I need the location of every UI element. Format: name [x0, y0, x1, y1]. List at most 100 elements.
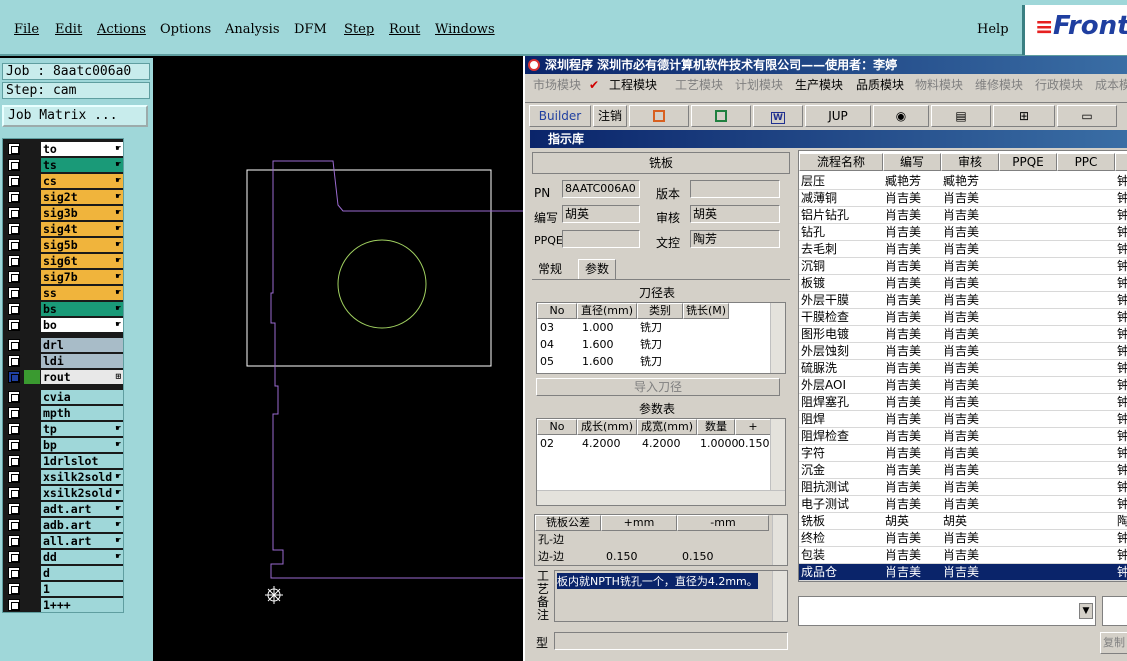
word-icon[interactable]: W — [753, 105, 803, 127]
table-row[interactable]: 边-边 — [535, 549, 564, 565]
menu-help[interactable]: Help — [977, 22, 1009, 37]
layer-name[interactable]: adt.art ☛ — [41, 502, 123, 516]
tool-table-scrollbar[interactable] — [770, 303, 785, 373]
layer-row[interactable]: ts ☛ — [5, 158, 123, 172]
layer-row[interactable]: adt.art ☛ — [5, 502, 123, 516]
layer-checkbox[interactable] — [8, 583, 20, 595]
chevron-down-icon[interactable]: ▼ — [1079, 603, 1093, 619]
layer-name[interactable]: cs ☛ — [41, 174, 123, 188]
layer-name[interactable]: d — [41, 566, 123, 580]
layer-row[interactable]: mpth — [5, 406, 123, 420]
layer-name[interactable]: sig2t ☛ — [41, 190, 123, 204]
layer-row[interactable]: to ☛ — [5, 142, 123, 156]
layer-row[interactable]: 1+++ — [5, 598, 123, 612]
layer-name[interactable]: rout ⊞ — [41, 370, 123, 384]
process-aux-field[interactable] — [1102, 596, 1127, 626]
remark-box[interactable]: 板内就NPTH铣孔一个，直径为4.2mm。 — [554, 570, 788, 622]
layer-name[interactable]: xsilk2sold ☛ — [41, 486, 123, 500]
layer-checkbox[interactable] — [8, 303, 20, 315]
layer-checkbox[interactable] — [8, 223, 20, 235]
layer-checkbox[interactable] — [8, 355, 20, 367]
layer-name[interactable]: 1+++ — [41, 598, 123, 612]
layer-name[interactable]: sig7b ☛ — [41, 270, 123, 284]
layer-row[interactable]: sig3b ☛ — [5, 206, 123, 220]
layer-row[interactable]: bo ☛ — [5, 318, 123, 332]
tab-general[interactable]: 常规 — [532, 260, 568, 278]
layer-name[interactable]: xsilk2sold ☛ — [41, 470, 123, 484]
table-row[interactable]: 层压 臧艳芳 臧艳芳 钟 — [799, 173, 1127, 190]
module-admin[interactable]: 行政模块 — [1035, 74, 1083, 96]
printer-icon[interactable]: ▭ — [1057, 105, 1117, 127]
module-process[interactable]: 工艺模块 — [675, 74, 723, 96]
doc-control-field[interactable]: 陶芳 — [690, 230, 780, 248]
layer-row[interactable]: ldi — [5, 354, 123, 368]
layer-checkbox[interactable] — [8, 191, 20, 203]
layer-checkbox[interactable] — [8, 423, 20, 435]
layer-name[interactable]: sig4t ☛ — [41, 222, 123, 236]
layer-checkbox[interactable] — [8, 599, 20, 611]
layer-row[interactable]: sig6t ☛ — [5, 254, 123, 268]
graphic-canvas[interactable] — [153, 58, 523, 661]
table-row[interactable]: 减薄铜 肖吉美 肖吉美 钟 — [799, 190, 1127, 207]
table-cell[interactable]: 1.0000 — [697, 436, 739, 452]
layer-name[interactable]: mpth — [41, 406, 123, 420]
layer-name[interactable]: ss ☛ — [41, 286, 123, 300]
table-row[interactable]: 阻焊检查 肖吉美 肖吉美 钟 — [799, 428, 1127, 445]
table-row[interactable]: 04 — [537, 337, 554, 353]
table-row[interactable]: 干膜检查 肖吉美 肖吉美 钟 — [799, 309, 1127, 326]
layer-checkbox[interactable] — [8, 567, 20, 579]
menu-analysis[interactable]: Analysis — [225, 22, 280, 37]
layer-name[interactable]: sig6t ☛ — [41, 254, 123, 268]
tolerance-scrollbar[interactable] — [772, 515, 787, 565]
module-engineering[interactable]: 工程模块 — [609, 74, 657, 96]
layer-name[interactable]: to ☛ — [41, 142, 123, 156]
table-row[interactable]: 钻孔 肖吉美 肖吉美 钟 — [799, 224, 1127, 241]
layer-checkbox[interactable] — [8, 551, 20, 563]
layer-name[interactable]: bo ☛ — [41, 318, 123, 332]
builder-button[interactable]: Builder — [529, 105, 591, 127]
layer-row[interactable]: xsilk2sold ☛ — [5, 470, 123, 484]
copy-button[interactable]: 复制 — [1100, 632, 1127, 654]
layer-checkbox[interactable] — [8, 287, 20, 299]
table-row[interactable]: 孔-边 — [535, 532, 564, 548]
type-field[interactable] — [554, 632, 788, 650]
table-cell[interactable]: 0.150 — [735, 436, 770, 452]
version-field[interactable] — [690, 180, 780, 198]
table-row[interactable]: 去毛刺 肖吉美 肖吉美 钟 — [799, 241, 1127, 258]
layer-row[interactable]: dd ☛ — [5, 550, 123, 564]
process-combo[interactable]: ▼ — [798, 596, 1096, 626]
ppqe-field[interactable] — [562, 230, 640, 248]
layer-checkbox[interactable] — [8, 455, 20, 467]
author-field[interactable]: 胡英 — [562, 205, 640, 223]
table-row[interactable]: 成品仓 肖吉美 肖吉美 钟 — [799, 564, 1127, 581]
table-row[interactable]: 外层干膜 肖吉美 肖吉美 钟 — [799, 292, 1127, 309]
layer-checkbox[interactable] — [8, 535, 20, 547]
table-cell[interactable]: 铣刀 — [637, 320, 662, 336]
remark-scrollbar[interactable] — [772, 571, 787, 621]
layer-name[interactable]: ldi — [41, 354, 123, 368]
layer-checkbox[interactable] — [8, 519, 20, 531]
table-row[interactable]: 阻焊 肖吉美 肖吉美 钟 — [799, 411, 1127, 428]
layer-checkbox[interactable] — [8, 175, 20, 187]
layer-checkbox[interactable] — [8, 439, 20, 451]
layer-row[interactable]: cs ☛ — [5, 174, 123, 188]
job-matrix-button[interactable]: Job Matrix ... — [2, 105, 148, 127]
layer-name[interactable]: bp ☛ — [41, 438, 123, 452]
layer-row[interactable]: all.art ☛ — [5, 534, 123, 548]
menu-windows[interactable]: Windows — [435, 22, 495, 37]
param-table-scrollbar[interactable] — [770, 419, 785, 491]
layer-row[interactable]: d — [5, 566, 123, 580]
layer-name[interactable]: all.art ☛ — [41, 534, 123, 548]
review-field[interactable]: 胡英 — [690, 205, 780, 223]
layer-checkbox[interactable] — [8, 271, 20, 283]
module-maintenance[interactable]: 维修模块 — [975, 74, 1023, 96]
table-cell[interactable]: 0.150 — [679, 549, 714, 565]
table-row[interactable]: 图形电镀 肖吉美 肖吉美 钟 — [799, 326, 1127, 343]
layer-name[interactable]: sig5b ☛ — [41, 238, 123, 252]
ppt-icon[interactable] — [629, 105, 689, 127]
layer-name[interactable]: bs ☛ — [41, 302, 123, 316]
layer-name[interactable]: sig3b ☛ — [41, 206, 123, 220]
tab-params[interactable]: 参数 — [578, 259, 617, 279]
table-row[interactable]: 02 — [537, 436, 554, 452]
module-market[interactable]: 市场模块 — [533, 74, 581, 96]
